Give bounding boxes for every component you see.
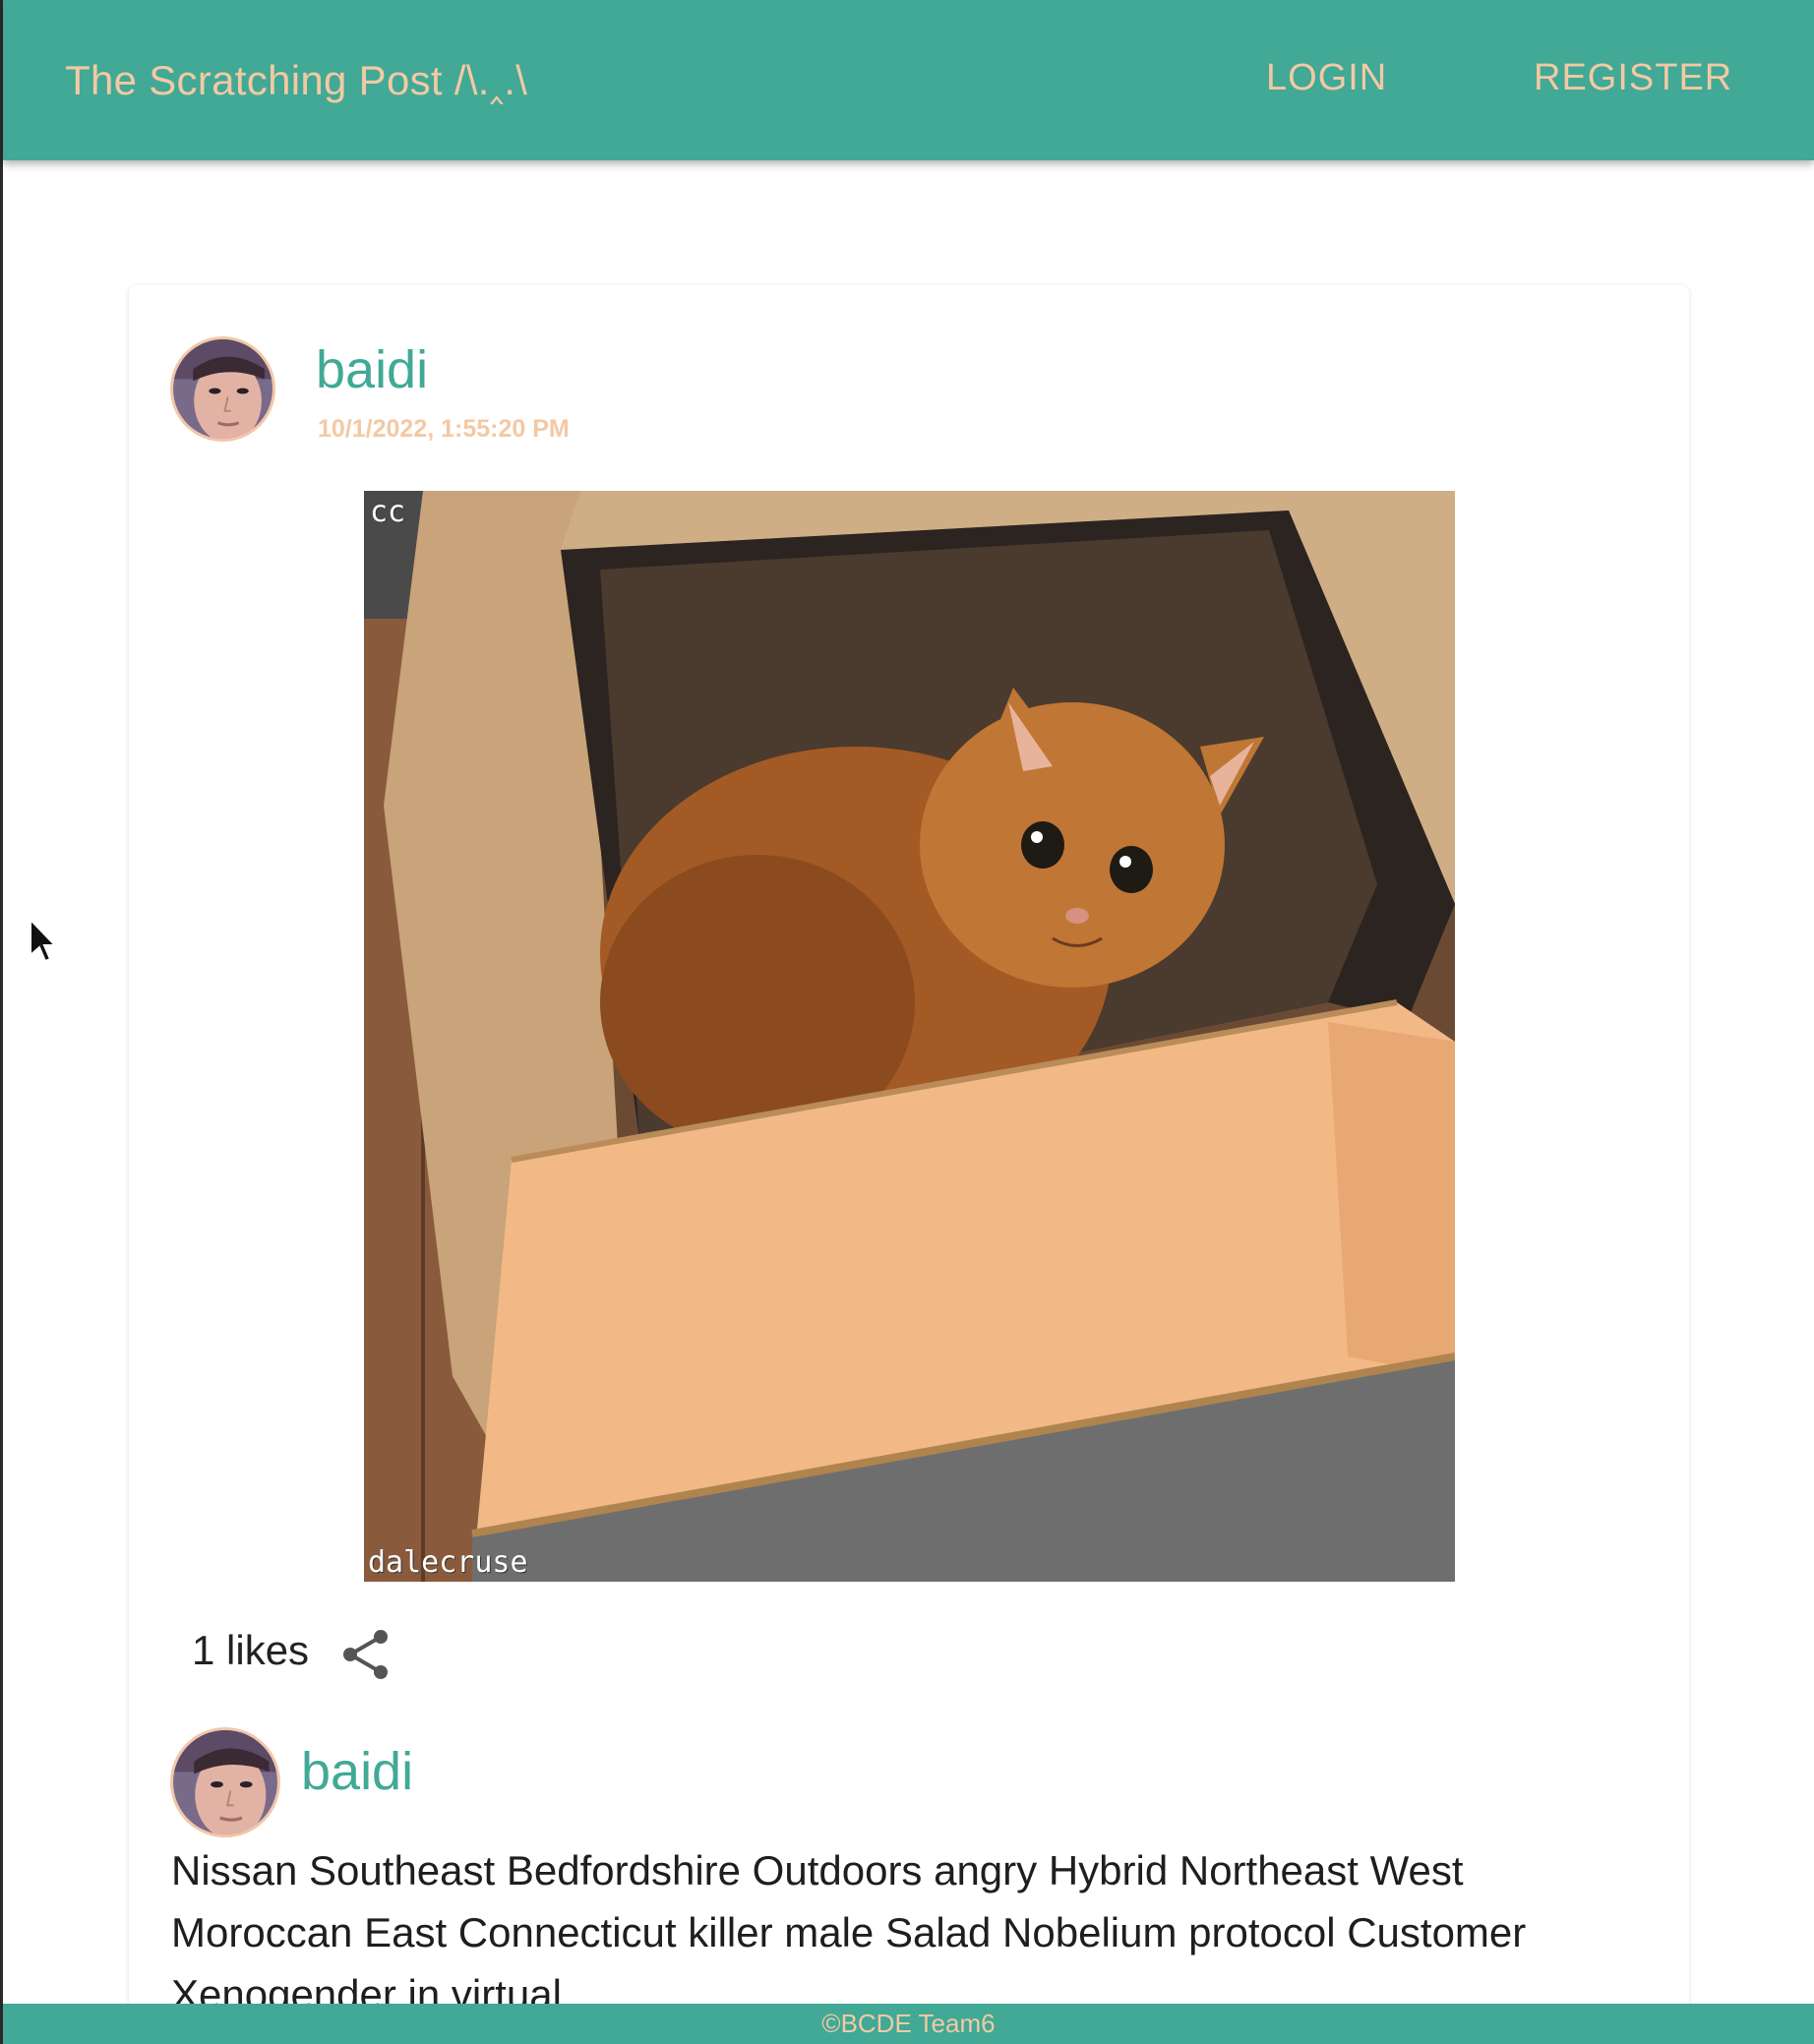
comment-text: Nissan Southeast Bedfordshire Outdoors a… — [171, 1847, 1527, 2017]
avatar-face-icon — [173, 1730, 277, 1834]
post-timestamp: 10/1/2022, 1:55:20 PM — [318, 415, 570, 443]
like-count: 1 likes — [192, 1627, 310, 1673]
post-image[interactable]: cc dalecruse — [364, 491, 1455, 1582]
app-bar: The Scratching Post /\.‸.\ LOGIN REGISTE… — [3, 0, 1814, 160]
login-button[interactable]: LOGIN — [1266, 57, 1387, 99]
comment-author-name[interactable]: baidi — [301, 1741, 413, 1802]
share-icon[interactable] — [339, 1627, 393, 1682]
mouse-cursor-icon — [30, 918, 56, 963]
image-corner-tag: cc — [370, 495, 406, 529]
cat-in-box-image — [364, 491, 1455, 1582]
avatar-face-icon — [173, 339, 272, 439]
post-card: baidi 10/1/2022, 1:55:20 PM cc dalecruse… — [129, 285, 1689, 2044]
comment-author-avatar[interactable] — [170, 1727, 280, 1837]
site-title[interactable]: The Scratching Post /\.‸.\ — [65, 56, 527, 104]
post-author-avatar[interactable] — [170, 336, 275, 442]
image-credit-tag: dalecruse — [368, 1545, 528, 1580]
register-button[interactable]: REGISTER — [1534, 57, 1732, 99]
post-author-name[interactable]: baidi — [316, 339, 428, 400]
footer: ©BCDE Team6 — [3, 2004, 1814, 2044]
